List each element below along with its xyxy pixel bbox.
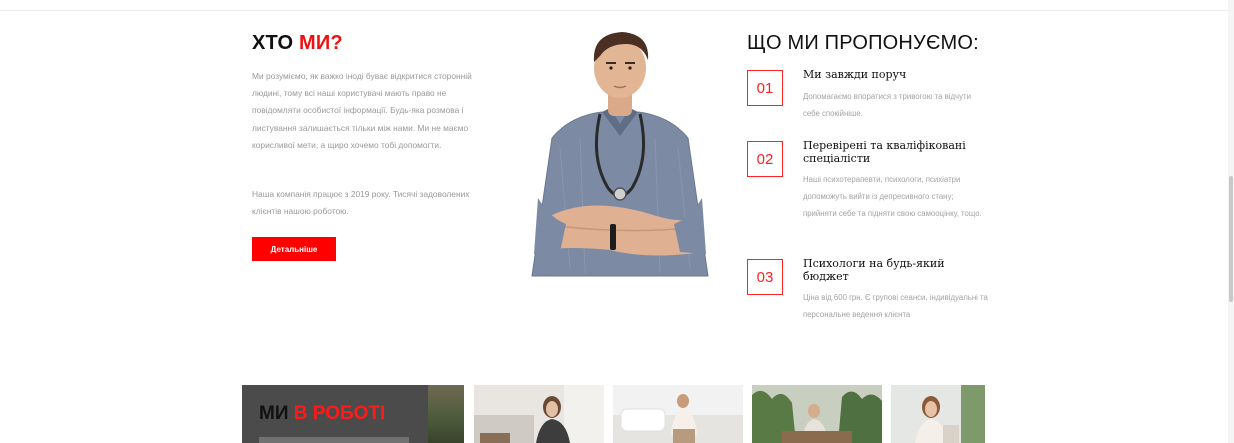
about-heading: ХТО МИ? bbox=[252, 32, 343, 55]
gallery-photo-1[interactable] bbox=[474, 385, 604, 443]
feature-number: 03 bbox=[747, 259, 783, 295]
about-paragraph-1: Ми розуміємо, як важко іноді буває відкр… bbox=[252, 71, 472, 150]
feature-description: Наші психотерапевти, психологи, психіатр… bbox=[803, 175, 982, 219]
gallery-photo-3[interactable] bbox=[752, 385, 882, 443]
work-heading-main: МИ bbox=[259, 403, 294, 424]
gallery-photo-2[interactable] bbox=[613, 385, 743, 443]
feature-description: Ціна від 600 грн. Є групові сеанси, інди… bbox=[803, 293, 988, 320]
feature-title: Ми завжди поруч bbox=[803, 68, 907, 81]
about-heading-main: ХТО bbox=[252, 32, 299, 54]
doctor-photo bbox=[531, 32, 709, 277]
more-details-button[interactable]: Детальніше bbox=[252, 237, 336, 261]
offer-heading: ЩО МИ ПРОПОНУЄМО: bbox=[747, 32, 979, 54]
plant-decoration bbox=[428, 385, 464, 443]
feature-title: Перевірені та кваліфіковані спеціалісти bbox=[803, 139, 966, 165]
work-heading-accent: В РОБОТІ bbox=[293, 403, 386, 424]
work-text-line bbox=[259, 437, 409, 443]
about-paragraph-2: Наша компанія працює з 2019 року. Тисячі… bbox=[252, 189, 470, 217]
scrollbar-thumb[interactable] bbox=[1229, 176, 1233, 302]
feature-description: Допомагаємо впоратися з тривогою та відч… bbox=[803, 92, 971, 119]
gallery-photo-4[interactable] bbox=[891, 385, 985, 443]
about-heading-accent: МИ? bbox=[298, 32, 343, 54]
feature-number: 01 bbox=[747, 70, 783, 106]
feature-number: 02 bbox=[747, 141, 783, 177]
top-divider bbox=[0, 10, 1228, 11]
work-heading: МИ В РОБОТІ bbox=[259, 403, 385, 425]
work-banner: МИ В РОБОТІ bbox=[242, 385, 464, 443]
feature-title: Психологи на будь-який бюджет bbox=[803, 257, 945, 283]
